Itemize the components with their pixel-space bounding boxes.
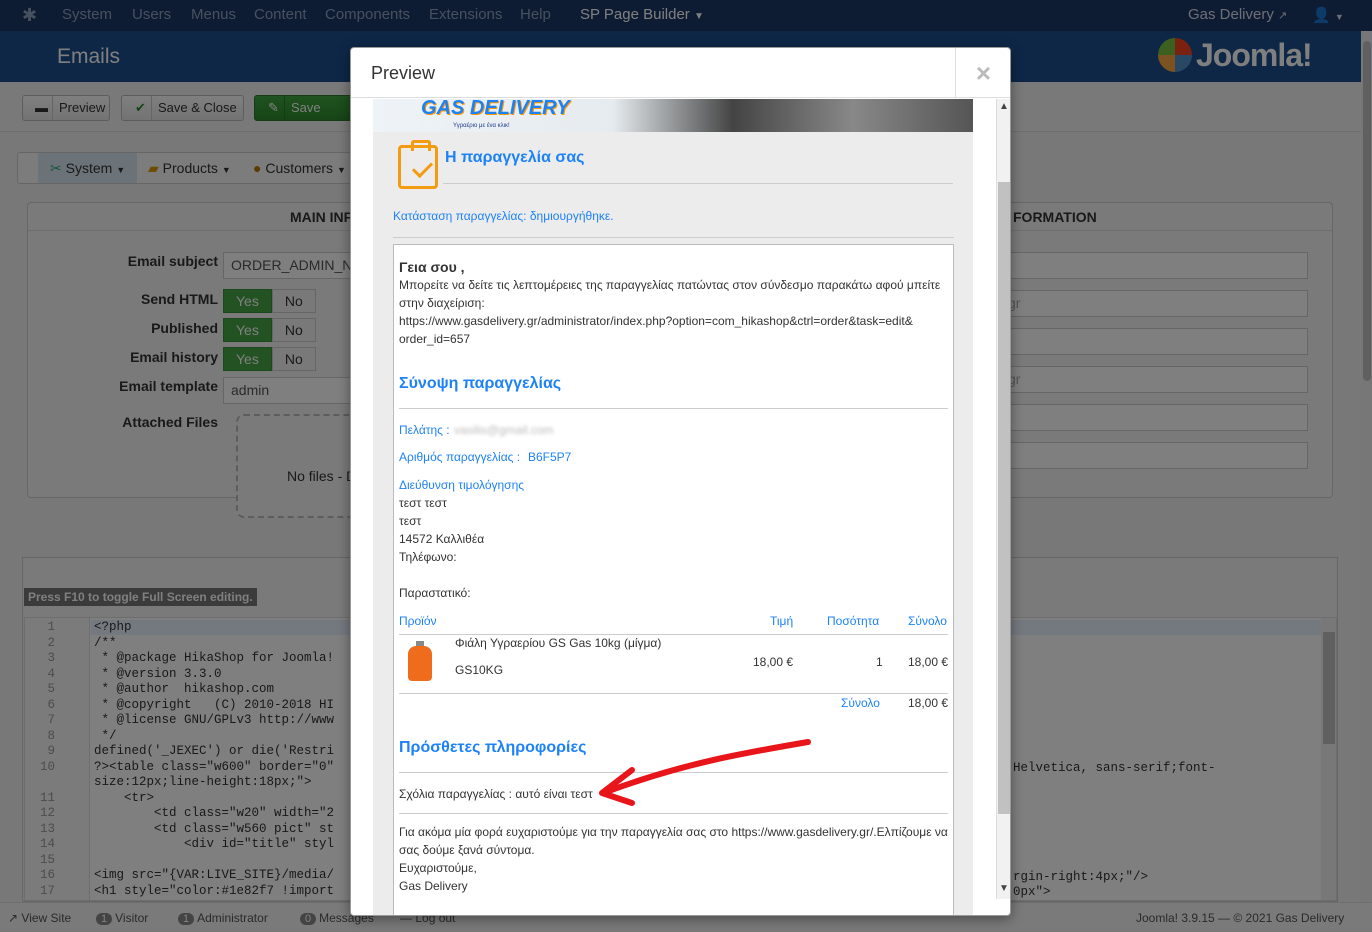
- scroll-up-icon[interactable]: ▲: [997, 101, 1010, 112]
- modal-title: Preview: [371, 63, 436, 83]
- preview-modal: Preview × GAS DELIVERY Υγραέριο με ένα κ…: [350, 47, 1011, 916]
- annotation-arrow: [599, 739, 811, 806]
- preview-scrollbar[interactable]: ▲ ▼: [996, 99, 1010, 899]
- modal-header: Preview ×: [351, 48, 1010, 98]
- divider: [393, 237, 954, 238]
- preview-scroll-thumb[interactable]: [998, 182, 1010, 814]
- gas-delivery-logo: GAS DELIVERY: [421, 99, 570, 119]
- close-icon[interactable]: ×: [955, 48, 1010, 98]
- email-body: GAS DELIVERY Υγραέριο με ένα κλικ! Η παρ…: [373, 99, 973, 915]
- email-preview-frame: GAS DELIVERY Υγραέριο με ένα κλικ! Η παρ…: [351, 99, 997, 915]
- email-heading: Η παραγγελία σας: [445, 149, 585, 166]
- divider: [443, 183, 953, 184]
- scroll-down-icon[interactable]: ▼: [997, 883, 1010, 894]
- email-content-box: Γεια σου , Μπορείτε να δείτε τις λεπτομέ…: [393, 244, 954, 915]
- email-banner: GAS DELIVERY Υγραέριο με ένα κλικ!: [373, 99, 973, 132]
- clipboard-check-icon: [398, 140, 438, 189]
- order-status: Κατάσταση παραγγελίας: δημιουργήθηκε.: [393, 209, 614, 223]
- logo-tagline: Υγραέριο με ένα κλικ!: [453, 123, 510, 129]
